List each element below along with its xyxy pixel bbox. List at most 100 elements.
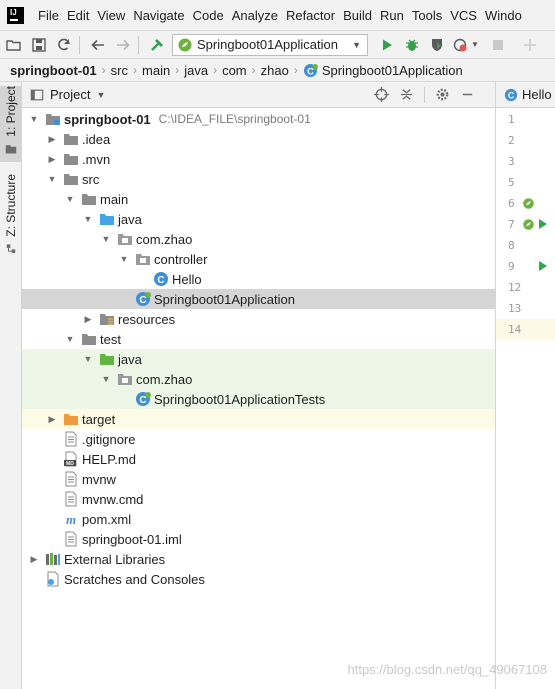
editor-tab-hello[interactable]: C Hello — [496, 82, 555, 108]
expand-arrow-down-icon[interactable]: ▼ — [118, 253, 130, 265]
tree-item-label: mvnw — [82, 471, 116, 487]
expand-arrow-down-icon[interactable]: ▼ — [46, 173, 58, 185]
expand-arrow-down-icon[interactable]: ▼ — [82, 213, 94, 225]
forward-icon[interactable] — [112, 34, 134, 56]
menu-bar: IJ File Edit View Navigate Code Analyze … — [0, 0, 555, 30]
tree-item-mvnw[interactable]: mvnw — [22, 469, 495, 489]
source-folder-icon — [99, 211, 115, 227]
tree-item-scratches-and-consoles[interactable]: Scratches and Consoles — [22, 569, 495, 589]
menu-vcs[interactable]: VCS — [446, 8, 481, 23]
expand-arrow-down-icon[interactable]: ▼ — [64, 193, 76, 205]
expand-arrow-right-icon[interactable]: ▶ — [46, 133, 58, 145]
chevron-down-icon[interactable]: ▼ — [96, 90, 105, 100]
tree-item-java[interactable]: ▼ java — [22, 209, 495, 229]
more-icon[interactable] — [519, 34, 541, 56]
sync-icon[interactable] — [53, 34, 75, 56]
tree-item-help-md[interactable]: MD HELP.md — [22, 449, 495, 469]
menu-build[interactable]: Build — [339, 8, 376, 23]
profile-icon[interactable]: ▼ — [451, 34, 481, 56]
tree-item-springboot01applicationtests[interactable]: C Springboot01ApplicationTests — [22, 389, 495, 409]
expand-arrow-down-icon[interactable]: ▼ — [28, 113, 40, 125]
tree-item-label: External Libraries — [64, 551, 166, 567]
spring-class-icon: C — [135, 391, 151, 407]
line-number-text: 9 — [508, 260, 515, 273]
menu-tools[interactable]: Tools — [408, 8, 446, 23]
menu-run[interactable]: Run — [376, 8, 408, 23]
tree-item-springboot-01[interactable]: ▼ springboot-01 C:\IDEA_FILE\springboot-01 — [22, 109, 495, 129]
project-panel-title[interactable]: Project — [50, 87, 90, 102]
tree-item-springboot01application[interactable]: C Springboot01Application — [22, 289, 495, 309]
breadcrumb-class[interactable]: Springboot01Application — [322, 63, 463, 78]
stop-icon[interactable] — [487, 34, 509, 56]
tree-item-com-zhao[interactable]: ▼ com.zhao — [22, 229, 495, 249]
expand-arrow-right-icon[interactable]: ▶ — [82, 313, 94, 325]
libraries-icon — [45, 551, 61, 567]
expand-arrow-right-icon[interactable]: ▶ — [46, 153, 58, 165]
tree-item-com-zhao[interactable]: ▼ com.zhao — [22, 369, 495, 389]
breadcrumb-project[interactable]: springboot-01 — [10, 63, 97, 78]
build-hammer-icon[interactable] — [146, 34, 168, 56]
menu-analyze[interactable]: Analyze — [228, 8, 282, 23]
tree-item-idea[interactable]: ▶ .idea — [22, 129, 495, 149]
tree-item-pom-xml[interactable]: m pom.xml — [22, 509, 495, 529]
run-configuration-dropdown[interactable]: Springboot01Application ▼ — [172, 33, 368, 56]
tree-item-main[interactable]: ▼ main — [22, 189, 495, 209]
tree-item-label: com.zhao — [136, 371, 193, 387]
tree-item-java[interactable]: ▼ java — [22, 349, 495, 369]
excluded-folder-icon — [63, 411, 79, 427]
tree-item-target[interactable]: ▶ target — [22, 409, 495, 429]
tree-item-mvnw-cmd[interactable]: mvnw.cmd — [22, 489, 495, 509]
tree-item-test[interactable]: ▼ test — [22, 329, 495, 349]
folder-icon — [63, 151, 79, 167]
tab-structure[interactable]: Z: Structure — [0, 174, 22, 254]
expand-arrow-down-icon[interactable]: ▼ — [82, 353, 94, 365]
breadcrumb-zhao[interactable]: zhao — [261, 63, 289, 78]
editor-area: C Hello 1 2 3 5 6 7 8 9 12 13 14 — [495, 82, 555, 689]
tree-item-mvn[interactable]: ▶ .mvn — [22, 149, 495, 169]
debug-icon[interactable] — [401, 34, 423, 56]
run-gutter-icon[interactable] — [539, 219, 547, 229]
gear-icon[interactable] — [435, 87, 450, 102]
breadcrumb-java[interactable]: java — [184, 63, 208, 78]
line-number: 13 — [496, 298, 555, 319]
tree-item-controller[interactable]: ▼ controller — [22, 249, 495, 269]
spring-bean-gutter-icon[interactable] — [522, 197, 535, 213]
menu-code[interactable]: Code — [189, 8, 228, 23]
hide-minus-icon[interactable] — [460, 87, 475, 102]
expand-arrow-right-icon[interactable]: ▶ — [46, 413, 58, 425]
coverage-icon[interactable] — [426, 34, 448, 56]
expand-arrow-down-icon[interactable]: ▼ — [64, 333, 76, 345]
tree-item-resources[interactable]: ▶ resources — [22, 309, 495, 329]
run-gutter-icon[interactable] — [539, 261, 547, 271]
tree-item-src[interactable]: ▼ src — [22, 169, 495, 189]
tree-item-springboot-01-iml[interactable]: springboot-01.iml — [22, 529, 495, 549]
menu-file[interactable]: File — [34, 8, 63, 23]
menu-navigate[interactable]: Navigate — [129, 8, 188, 23]
menu-window[interactable]: Windo — [481, 8, 526, 23]
project-path: C:\IDEA_FILE\springboot-01 — [158, 112, 311, 126]
menu-edit[interactable]: Edit — [63, 8, 93, 23]
run-icon[interactable] — [376, 34, 398, 56]
breadcrumb-com[interactable]: com — [222, 63, 247, 78]
back-icon[interactable] — [87, 34, 109, 56]
spring-bean-gutter-icon[interactable] — [522, 218, 535, 234]
tree-item-gitignore[interactable]: .gitignore — [22, 429, 495, 449]
tab-project[interactable]: 1: Project — [0, 86, 22, 162]
breadcrumb-src[interactable]: src — [111, 63, 128, 78]
save-icon[interactable] — [28, 34, 50, 56]
tree-item-hello[interactable]: C Hello — [22, 269, 495, 289]
folder-open-icon[interactable] — [3, 34, 25, 56]
menu-refactor[interactable]: Refactor — [282, 8, 339, 23]
expand-arrow-down-icon[interactable]: ▼ — [100, 233, 112, 245]
expand-arrow-down-icon[interactable]: ▼ — [100, 373, 112, 385]
tree-item-label: springboot-01 — [64, 111, 151, 127]
expand-arrow-right-icon[interactable]: ▶ — [28, 553, 40, 565]
locate-target-icon[interactable] — [374, 87, 389, 102]
tree-item-external-libraries[interactable]: ▶ External Libraries — [22, 549, 495, 569]
menu-view[interactable]: View — [93, 8, 129, 23]
breadcrumb-main[interactable]: main — [142, 63, 170, 78]
svg-text:C: C — [508, 90, 515, 100]
collapse-all-icon[interactable] — [399, 87, 414, 102]
